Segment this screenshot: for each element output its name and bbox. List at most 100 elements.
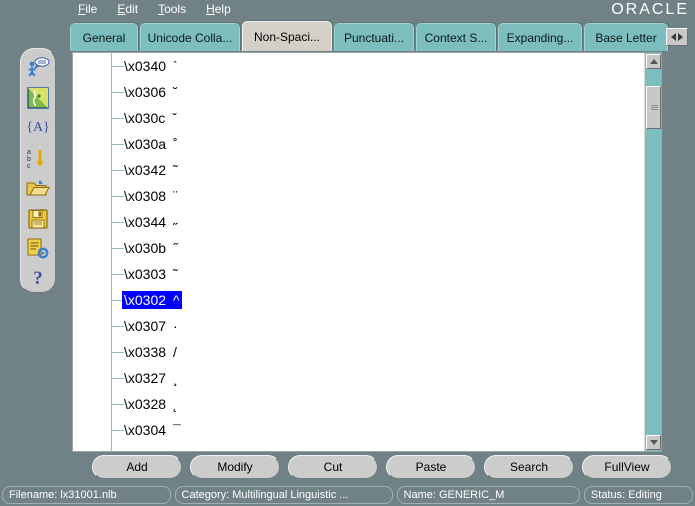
floppy-save-icon xyxy=(28,209,48,229)
menu-item-tools[interactable]: Tools xyxy=(156,1,188,18)
tool-sort[interactable]: a b c xyxy=(24,145,52,171)
tab-expanding[interactable]: Expanding... xyxy=(498,23,582,51)
triangle-right-icon[interactable] xyxy=(678,33,683,41)
diacritic-glyph: / xyxy=(173,344,177,360)
vertical-scrollbar[interactable] xyxy=(644,53,661,451)
menu-bar: File Edit Tools Help ORACLE xyxy=(0,0,695,20)
braced-a-icon: {A} xyxy=(26,120,50,136)
status-filename: Filename: lx31001.nlb xyxy=(2,486,171,504)
svg-text:b: b xyxy=(27,156,31,163)
list-item-label: \x0304 ¯ xyxy=(124,422,181,438)
triangle-up-icon xyxy=(649,59,658,64)
scroll-down-button[interactable] xyxy=(646,435,661,450)
diacritic-glyph: ˇ xyxy=(172,110,177,126)
list-item[interactable]: \x0304 ¯ xyxy=(73,417,644,443)
list-item[interactable]: \x030c ˇ xyxy=(73,105,644,131)
application-window: File Edit Tools Help ORACLE General Unic… xyxy=(0,0,695,506)
list-item-label: \x030a ˚ xyxy=(124,136,178,152)
open-folder-icon xyxy=(26,179,50,196)
list-item[interactable]: \x0308 ¨ xyxy=(73,183,644,209)
scrollbar-thumb[interactable] xyxy=(646,86,661,129)
list-item[interactable]: \x0307 · xyxy=(73,313,644,339)
list-item-label: \x0338/ xyxy=(124,344,177,360)
list-item-label: \x030c ˇ xyxy=(124,110,177,126)
left-toolbar: {A} a b c ? xyxy=(20,48,56,293)
non-spacing-list[interactable]: \x0340 ` \x0306 ˘ \x030c ˇ \x030a ˚ \x0342 ˜ \x030… xyxy=(73,53,644,451)
diacritic-glyph: ˛ xyxy=(173,396,178,412)
list-item[interactable]: \x030a ˚ xyxy=(73,131,644,157)
list-item[interactable]: \x0306 ˘ xyxy=(73,79,644,105)
tool-map[interactable] xyxy=(24,85,52,111)
list-item[interactable]: \x030b ˝ xyxy=(73,235,644,261)
list-item[interactable]: \x0327 ¸ xyxy=(73,365,644,391)
list-item[interactable]: \x0328 ˛ xyxy=(73,391,644,417)
document-gear-icon xyxy=(27,238,49,259)
status-bar: Filename: lx31001.nlb Category: Multilin… xyxy=(0,484,695,506)
scroll-up-button[interactable] xyxy=(646,54,661,69)
tab-scroll-buttons[interactable] xyxy=(666,28,688,46)
tab-non-spacing[interactable]: Non-Spaci... xyxy=(242,21,332,51)
list-item-label: \x0342 ˜ xyxy=(124,162,178,178)
tool-abc-braces[interactable]: {A} xyxy=(24,115,52,141)
list-item-label: \x0302 ^ xyxy=(122,291,182,309)
menu-item-help[interactable]: Help xyxy=(204,1,233,18)
list-item-label: \x0340 ` xyxy=(124,58,178,74)
user-speech-bubble-icon xyxy=(28,57,50,77)
status-state: Status: Editing xyxy=(583,486,693,504)
tool-save[interactable] xyxy=(24,206,52,232)
tab-punctuation[interactable]: Punctuati... xyxy=(334,23,414,51)
list-item[interactable]: \x0338/ xyxy=(73,339,644,365)
list-item[interactable]: \x0342 ˜ xyxy=(73,157,644,183)
paste-button[interactable]: Paste xyxy=(386,455,476,479)
tool-document-settings[interactable] xyxy=(24,236,52,262)
tool-help[interactable]: ? xyxy=(24,266,52,292)
status-name: Name: GENERIC_M xyxy=(396,486,580,504)
list-item-label: \x0303 ˜ xyxy=(124,266,178,282)
triangle-down-icon xyxy=(649,440,658,445)
status-category: Category: Multilingual Linguistic ... xyxy=(174,486,393,504)
list-item[interactable]: \x0344 ˶ xyxy=(73,209,644,235)
menu-item-edit[interactable]: Edit xyxy=(115,1,140,18)
cut-button[interactable]: Cut xyxy=(288,455,378,479)
list-item-label: \x0307 · xyxy=(124,318,178,334)
menu-item-file[interactable]: File xyxy=(76,1,99,18)
add-button[interactable]: Add xyxy=(92,455,182,479)
diacritic-glyph: · xyxy=(173,318,178,334)
diacritic-glyph: ¸ xyxy=(173,370,178,386)
tool-open[interactable] xyxy=(24,176,52,202)
modify-button[interactable]: Modify xyxy=(190,455,280,479)
action-button-bar: Add Modify Cut Paste Search FullView xyxy=(92,455,672,481)
tab-strip: General Unicode Colla... Non-Spaci... Pu… xyxy=(70,21,688,53)
list-item-label: \x0308 ¨ xyxy=(124,188,178,204)
list-item[interactable]: \x0340 ` xyxy=(73,53,644,79)
list-item-label: \x030b ˝ xyxy=(124,240,178,256)
oracle-logo: ORACLE xyxy=(611,1,689,18)
search-button[interactable]: Search xyxy=(484,455,574,479)
tab-context-sensitive[interactable]: Context S... xyxy=(416,23,496,51)
list-item[interactable]: \x0302 ^ xyxy=(73,287,644,313)
tab-unicode-collation[interactable]: Unicode Colla... xyxy=(140,23,240,51)
diacritic-glyph: ^ xyxy=(173,292,180,308)
map-region-icon xyxy=(27,87,49,109)
list-item-label: \x0306 ˘ xyxy=(124,84,178,100)
diacritic-glyph: ` xyxy=(173,58,178,74)
list-item-label: \x0327 ¸ xyxy=(124,370,178,386)
diacritic-glyph: ˚ xyxy=(173,136,178,152)
tool-user-speech[interactable] xyxy=(24,55,52,81)
svg-text:c: c xyxy=(27,163,31,169)
diacritic-glyph: ˜ xyxy=(173,162,178,178)
grip-icon xyxy=(651,105,658,110)
content-panel: \x0340 ` \x0306 ˘ \x030c ˇ \x030a ˚ \x0342 ˜ \x030… xyxy=(72,52,662,452)
abc-sort-icon: a b c xyxy=(27,149,44,169)
list-item-label: \x0344 ˶ xyxy=(124,214,178,230)
triangle-left-icon[interactable] xyxy=(671,33,676,41)
svg-text:a: a xyxy=(27,149,31,156)
list-item[interactable]: \x0303 ˜ xyxy=(73,261,644,287)
diacritic-glyph: ¯ xyxy=(173,422,181,438)
tab-general[interactable]: General xyxy=(70,23,138,51)
fullview-button[interactable]: FullView xyxy=(582,455,672,479)
tab-base-letter[interactable]: Base Letter xyxy=(584,23,668,51)
question-mark-icon: ? xyxy=(33,267,43,289)
list-item-label: \x0328 ˛ xyxy=(124,396,178,412)
diacritic-glyph: ¨ xyxy=(173,188,178,204)
